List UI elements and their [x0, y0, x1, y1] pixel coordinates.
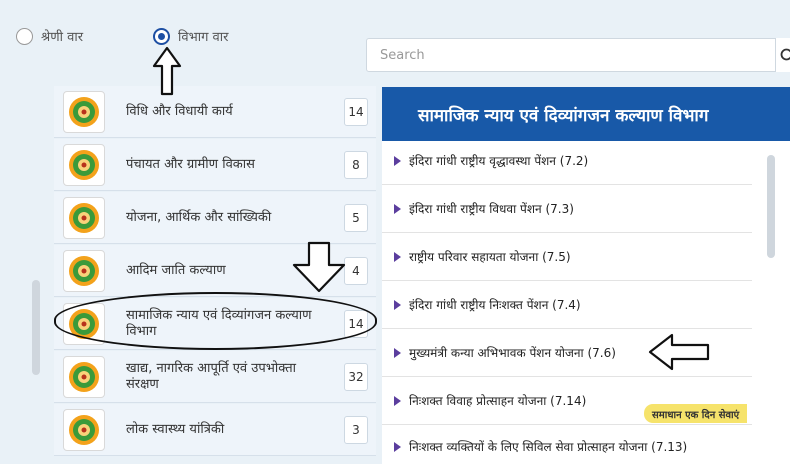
department-item[interactable]: योजना, आर्थिक और सांख्यिकी 5: [54, 192, 376, 244]
scheme-label: निःशक्त व्यक्तियों के लिए सिविल सेवा प्र…: [409, 440, 688, 454]
mp-emblem-icon: [63, 409, 105, 451]
radio-category-wise[interactable]: श्रेणी वार: [16, 27, 83, 45]
department-list-scrollbar[interactable]: [32, 280, 40, 375]
scheme-item[interactable]: निःशक्त व्यक्तियों के लिए सिविल सेवा प्र…: [382, 423, 752, 464]
triangle-bullet-icon: [394, 441, 401, 452]
panel-title: सामाजिक न्याय एवं दिव्यांगजन कल्याण विभा…: [382, 87, 790, 141]
scheme-label: इंदिरा गांधी राष्ट्रीय वृद्धावस्था पेंशन…: [409, 154, 589, 168]
mp-emblem-icon: [63, 91, 105, 133]
search-icon: [780, 48, 790, 61]
department-item[interactable]: खाद्य, नागरिक आपूर्ति एवं उपभोक्ता संरक्…: [54, 351, 376, 403]
triangle-bullet-icon: [394, 203, 401, 214]
search-button[interactable]: [775, 38, 790, 72]
scheme-label: राष्ट्रीय परिवार सहायता योजना (7.5): [409, 250, 571, 264]
scheme-item[interactable]: मुख्यमंत्री कन्या अभिभावक पेंशन योजना (7…: [382, 329, 752, 377]
department-name: खाद्य, नागरिक आपूर्ति एवं उपभोक्ता संरक्…: [126, 360, 297, 392]
scheme-label: मुख्यमंत्री कन्या अभिभावक पेंशन योजना (7…: [409, 346, 616, 360]
triangle-bullet-icon: [394, 299, 401, 310]
triangle-bullet-icon: [394, 395, 401, 406]
scheme-label: इंदिरा गांधी राष्ट्रीय निःशक्त पेंशन (7.…: [409, 298, 581, 312]
department-item[interactable]: आदिम जाति कल्याण 4: [54, 245, 376, 297]
scheme-count-badge: 4: [344, 257, 368, 285]
scheme-count-badge: 14: [344, 98, 368, 126]
radio-circle-selected[interactable]: [153, 27, 170, 45]
scheme-count-badge: 5: [344, 204, 368, 232]
scheme-panel-scrollbar[interactable]: [767, 155, 775, 258]
scheme-count-badge: 32: [344, 363, 368, 391]
triangle-bullet-icon: [394, 155, 401, 166]
department-name: आदिम जाति कल्याण: [126, 262, 226, 278]
search-box: [366, 38, 790, 72]
scheme-item[interactable]: इंदिरा गांधी राष्ट्रीय विधवा पेंशन (7.3): [382, 185, 752, 233]
scheme-count-badge: 3: [344, 416, 368, 444]
radio-circle[interactable]: [16, 27, 33, 45]
department-name: लोक स्वास्थ्य यांत्रिकी: [126, 421, 225, 437]
scheme-label: इंदिरा गांधी राष्ट्रीय विधवा पेंशन (7.3): [409, 202, 574, 216]
department-name: योजना, आर्थिक और सांख्यिकी: [126, 209, 272, 225]
radio-department-wise[interactable]: विभाग वार: [153, 27, 228, 45]
radio-label: श्रेणी वार: [41, 30, 84, 45]
triangle-bullet-icon: [394, 251, 401, 262]
department-item[interactable]: पंचायत और ग्रामीण विकास 8: [54, 139, 376, 191]
mp-emblem-icon: [63, 303, 105, 345]
mp-emblem-icon: [63, 144, 105, 186]
scheme-count-badge: 8: [344, 151, 368, 179]
department-name: पंचायत और ग्रामीण विकास: [126, 156, 255, 172]
radio-label: विभाग वार: [178, 30, 229, 45]
department-item[interactable]: सामाजिक न्याय एवं दिव्यांगजन कल्याण विभा…: [54, 298, 376, 350]
scheme-item[interactable]: इंदिरा गांधी राष्ट्रीय वृद्धावस्था पेंशन…: [382, 137, 752, 185]
department-list: विधि और विधायी कार्य 14 पंचायत और ग्रामी…: [54, 86, 376, 464]
scheme-count-badge: 14: [344, 310, 368, 338]
scheme-label: निःशक्त विवाह प्रोत्साहन योजना (7.14): [409, 394, 587, 408]
search-input[interactable]: [367, 39, 767, 71]
samadhan-badge[interactable]: समाधान एक दिन सेवाएं: [644, 404, 748, 423]
mp-emblem-icon: [63, 356, 105, 398]
scheme-item[interactable]: इंदिरा गांधी राष्ट्रीय निःशक्त पेंशन (7.…: [382, 281, 752, 329]
mp-emblem-icon: [63, 250, 105, 292]
mp-emblem-icon: [63, 197, 105, 239]
department-name: सामाजिक न्याय एवं दिव्यांगजन कल्याण विभा…: [126, 307, 312, 339]
department-name: विधि और विधायी कार्य: [126, 103, 233, 119]
triangle-bullet-icon: [394, 347, 401, 358]
department-item[interactable]: लोक स्वास्थ्य यांत्रिकी 3: [54, 404, 376, 456]
scheme-item[interactable]: राष्ट्रीय परिवार सहायता योजना (7.5): [382, 233, 752, 281]
department-item[interactable]: विधि और विधायी कार्य 14: [54, 86, 376, 138]
